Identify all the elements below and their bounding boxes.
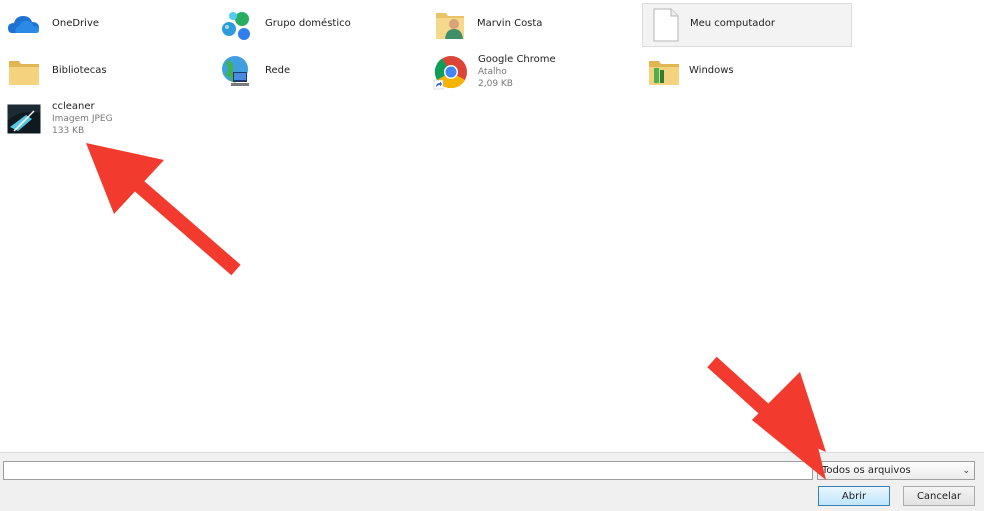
filetype-selected-value: Todos os arquivos xyxy=(822,465,911,476)
file-name: Windows xyxy=(689,65,734,76)
homegroup-icon xyxy=(219,7,255,43)
file-item-windows[interactable]: Windows xyxy=(642,50,842,94)
folder-icon xyxy=(6,54,42,90)
file-item-onedrive[interactable]: OneDrive xyxy=(4,3,204,47)
file-name: Grupo doméstico xyxy=(265,18,351,29)
file-type: Imagem JPEG xyxy=(52,114,113,124)
file-item-ccleaner[interactable]: ccleaner Imagem JPEG 133 KB xyxy=(4,97,204,141)
file-list-area: OneDrive Grupo doméstico Marvin Costa Me… xyxy=(0,0,984,452)
file-size: 133 KB xyxy=(52,126,85,136)
file-name: Bibliotecas xyxy=(52,65,107,76)
jpeg-thumbnail-icon xyxy=(6,101,42,137)
file-item-network[interactable]: Rede xyxy=(217,50,417,94)
file-name: OneDrive xyxy=(52,18,100,29)
file-item-homegroup[interactable]: Grupo doméstico xyxy=(217,3,417,47)
filename-input[interactable] xyxy=(3,461,813,480)
blank-file-icon xyxy=(647,7,683,43)
filetype-select[interactable]: Todos os arquivos ⌄ xyxy=(817,461,975,480)
file-size: 2,09 KB xyxy=(478,79,513,89)
file-name: Google Chrome xyxy=(478,54,556,65)
file-item-my-computer[interactable]: Meu computador xyxy=(642,3,852,47)
cancel-button[interactable]: Cancelar xyxy=(903,486,975,506)
file-type: Atalho xyxy=(478,67,507,77)
open-button[interactable]: Abrir xyxy=(818,486,890,506)
file-name: Rede xyxy=(265,65,291,76)
chrome-icon xyxy=(433,54,469,90)
dialog-footer: Todos os arquivos ⌄ Abrir Cancelar xyxy=(0,452,984,511)
file-name: Meu computador xyxy=(690,18,775,29)
user-folder-icon xyxy=(432,7,468,43)
file-item-libraries[interactable]: Bibliotecas xyxy=(4,50,204,94)
file-name: Marvin Costa xyxy=(477,18,543,29)
chevron-down-icon: ⌄ xyxy=(962,465,970,476)
windows-folder-icon xyxy=(646,54,682,90)
file-item-google-chrome[interactable]: Google Chrome Atalho 2,09 KB xyxy=(430,50,630,94)
file-name: ccleaner xyxy=(52,101,95,112)
file-item-user-folder[interactable]: Marvin Costa xyxy=(430,3,630,47)
network-icon xyxy=(219,54,255,90)
onedrive-icon xyxy=(6,7,42,43)
